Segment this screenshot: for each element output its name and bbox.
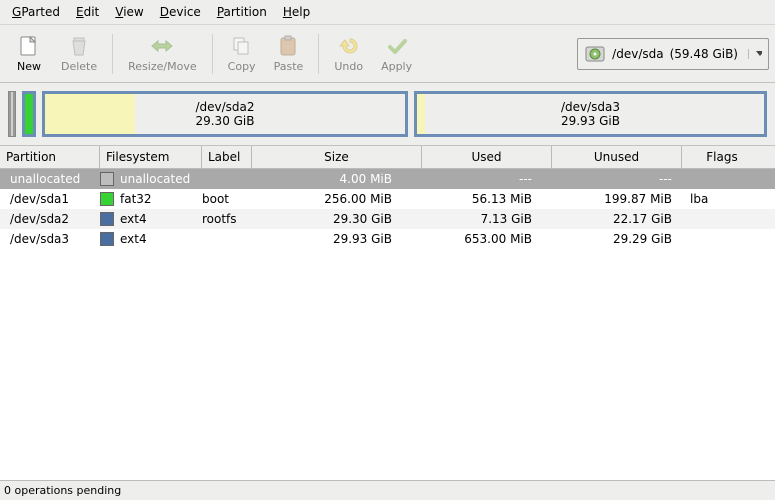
undo-label: Undo	[334, 60, 363, 73]
new-icon	[17, 34, 41, 58]
menu-view[interactable]: View	[107, 2, 151, 22]
cell-unused: 22.17 GiB	[552, 212, 682, 226]
delete-icon	[67, 34, 91, 58]
map-label: /dev/sda2	[195, 100, 254, 114]
device-size: (59.48 GiB)	[670, 47, 738, 61]
cell-label: rootfs	[202, 212, 252, 226]
apply-icon	[385, 34, 409, 58]
table-row[interactable]: /dev/sda3ext4 29.93 GiB653.00 MiB29.29 Gi…	[0, 229, 775, 249]
cell-size: 4.00 MiB	[252, 172, 422, 186]
status-text: 0 operations pending	[4, 484, 121, 497]
fs-swatch	[100, 192, 114, 206]
map-size: 29.93 GiB	[561, 114, 620, 128]
table-row[interactable]: unallocatedunallocated4.00 MiB------	[0, 169, 775, 189]
separator	[318, 34, 319, 74]
menu-device[interactable]: Device	[152, 2, 209, 22]
partition-table: unallocatedunallocated4.00 MiB------/dev…	[0, 169, 775, 480]
col-partition[interactable]: Partition	[0, 146, 100, 168]
menu-partition[interactable]: Partition	[209, 2, 275, 22]
col-label[interactable]: Label	[202, 146, 252, 168]
cell-used: ---	[422, 172, 552, 186]
map-used-fill	[417, 94, 425, 134]
cell-partition: /dev/sda2	[0, 212, 100, 226]
paste-button[interactable]: Paste	[265, 29, 313, 78]
map-used-fill	[45, 94, 135, 134]
cell-unused: 199.87 MiB	[552, 192, 682, 206]
chevron-down-icon	[748, 49, 762, 59]
table-header: Partition Filesystem Label Size Used Unu…	[0, 146, 775, 169]
map-partition-sda2[interactable]: /dev/sda2 29.30 GiB	[42, 91, 408, 137]
cell-unused: 29.29 GiB	[552, 232, 682, 246]
table-row[interactable]: /dev/sda1fat32boot256.00 MiB56.13 MiB199…	[0, 189, 775, 209]
harddisk-icon	[584, 43, 606, 65]
device-path: /dev/sda	[612, 47, 663, 61]
partition-map: /dev/sda2 29.30 GiB /dev/sda3 29.93 GiB	[0, 83, 775, 146]
map-size: 29.30 GiB	[195, 114, 254, 128]
menubar: GParted Edit View Device Partition Help	[0, 0, 775, 25]
col-filesystem[interactable]: Filesystem	[100, 146, 202, 168]
paste-label: Paste	[274, 60, 304, 73]
col-used[interactable]: Used	[422, 146, 552, 168]
cell-unused: ---	[552, 172, 682, 186]
undo-button[interactable]: Undo	[325, 29, 372, 78]
separator	[212, 34, 213, 74]
map-partition-sda1[interactable]	[22, 91, 36, 137]
fs-swatch	[100, 232, 114, 246]
map-handle-left	[8, 91, 16, 137]
new-label: New	[17, 60, 41, 73]
resize-button[interactable]: Resize/Move	[119, 29, 205, 78]
table-row[interactable]: /dev/sda2ext4rootfs29.30 GiB7.13 GiB22.1…	[0, 209, 775, 229]
undo-icon	[337, 34, 361, 58]
menu-gparted[interactable]: GParted	[4, 2, 68, 22]
cell-filesystem: ext4	[100, 232, 202, 246]
copy-label: Copy	[228, 60, 256, 73]
separator	[112, 34, 113, 74]
device-selector[interactable]: /dev/sda (59.48 GiB)	[577, 38, 769, 70]
copy-icon	[230, 34, 254, 58]
statusbar: 0 operations pending	[0, 480, 775, 500]
cell-used: 7.13 GiB	[422, 212, 552, 226]
menu-help[interactable]: Help	[275, 2, 318, 22]
cell-filesystem: ext4	[100, 212, 202, 226]
cell-size: 256.00 MiB	[252, 192, 422, 206]
menu-edit[interactable]: Edit	[68, 2, 107, 22]
col-flags[interactable]: Flags	[682, 146, 762, 168]
paste-icon	[276, 34, 300, 58]
copy-button[interactable]: Copy	[219, 29, 265, 78]
cell-filesystem: fat32	[100, 192, 202, 206]
cell-size: 29.93 GiB	[252, 232, 422, 246]
cell-label: boot	[202, 192, 252, 206]
cell-used: 653.00 MiB	[422, 232, 552, 246]
cell-flags: lba	[682, 192, 762, 206]
new-button[interactable]: New	[6, 29, 52, 78]
toolbar: New Delete Resize/Move Copy Paste Undo	[0, 25, 775, 83]
cell-partition: /dev/sda1	[0, 192, 100, 206]
delete-label: Delete	[61, 60, 97, 73]
fs-swatch	[100, 212, 114, 226]
apply-button[interactable]: Apply	[372, 29, 421, 78]
fs-swatch	[100, 172, 114, 186]
resize-icon	[150, 34, 174, 58]
col-size[interactable]: Size	[252, 146, 422, 168]
col-unused[interactable]: Unused	[552, 146, 682, 168]
map-label: /dev/sda3	[561, 100, 620, 114]
cell-used: 56.13 MiB	[422, 192, 552, 206]
cell-size: 29.30 GiB	[252, 212, 422, 226]
map-partition-sda3[interactable]: /dev/sda3 29.93 GiB	[414, 91, 767, 137]
cell-partition: unallocated	[0, 172, 100, 186]
cell-filesystem: unallocated	[100, 172, 202, 186]
delete-button[interactable]: Delete	[52, 29, 106, 78]
cell-partition: /dev/sda3	[0, 232, 100, 246]
apply-label: Apply	[381, 60, 412, 73]
resize-label: Resize/Move	[128, 60, 196, 73]
